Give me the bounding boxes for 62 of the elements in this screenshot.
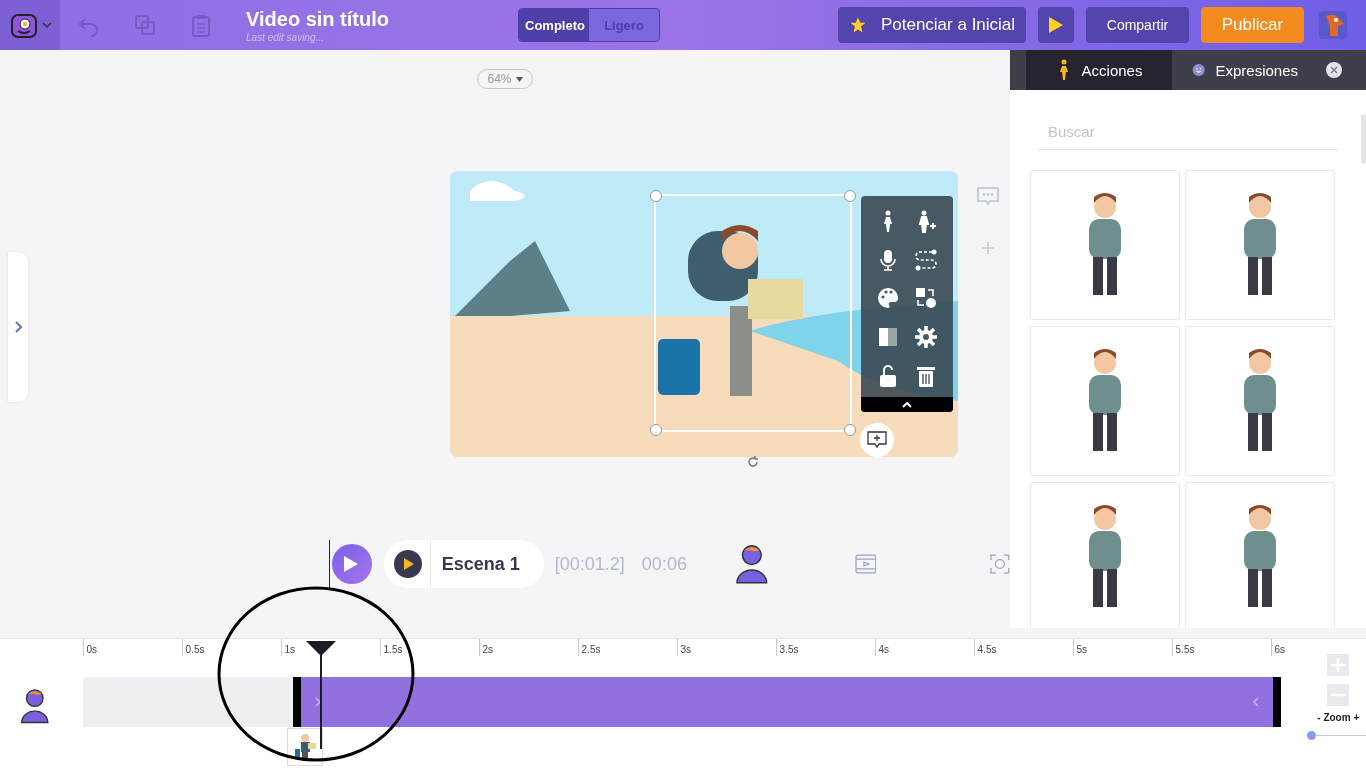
sidebar-toggle[interactable] bbox=[8, 252, 28, 402]
total-duration: 00:06 bbox=[641, 553, 687, 575]
time-tick-label: 5.5s bbox=[1175, 644, 1195, 655]
panel-tab[interactable]: Expresiones bbox=[1172, 50, 1318, 90]
close-icon[interactable] bbox=[1326, 62, 1342, 78]
chevron-up-icon bbox=[902, 401, 912, 408]
motion-path-icon[interactable] bbox=[914, 247, 938, 272]
comment-plus-icon bbox=[867, 431, 887, 449]
action-thumbnail[interactable] bbox=[1185, 170, 1335, 320]
play-icon bbox=[1048, 16, 1064, 34]
star-icon bbox=[848, 16, 867, 34]
time-tick-label: 1.5s bbox=[383, 644, 403, 655]
action-thumbnail[interactable] bbox=[1030, 326, 1180, 476]
action-thumbnail[interactable] bbox=[1030, 170, 1180, 320]
action-thumbnail[interactable] bbox=[1030, 482, 1180, 628]
caret-icon bbox=[41, 21, 52, 29]
current-time: [00:01.2] bbox=[554, 553, 625, 575]
time-tick-label: 3.5s bbox=[779, 644, 799, 655]
chevron-right-icon bbox=[14, 321, 22, 333]
character-icon bbox=[20, 687, 50, 725]
action-thumbnail[interactable] bbox=[1185, 482, 1335, 628]
preview-button[interactable] bbox=[1038, 7, 1074, 43]
save-status: Last edit saving... bbox=[246, 31, 325, 43]
rotate-icon[interactable] bbox=[746, 455, 760, 469]
scrollbar[interactable] bbox=[1361, 114, 1366, 164]
slider-thumb[interactable] bbox=[1306, 731, 1316, 740]
playhead[interactable] bbox=[305, 639, 336, 751]
dog-avatar-icon bbox=[1318, 10, 1348, 40]
traveler-man-drawing[interactable] bbox=[658, 225, 803, 396]
scene-play-icon bbox=[393, 550, 422, 578]
duplicate-icon bbox=[132, 13, 157, 37]
app-menu-button[interactable] bbox=[0, 0, 60, 50]
time-tick-label: 4.5s bbox=[977, 644, 997, 655]
swap-icon[interactable] bbox=[914, 286, 938, 311]
time-tick-label: 5s bbox=[1076, 644, 1088, 655]
caret-icon bbox=[515, 76, 523, 82]
share-button[interactable]: Compartir bbox=[1086, 7, 1189, 43]
time-tick-label: 2.5s bbox=[581, 644, 601, 655]
time-tick-label: 6s bbox=[1274, 644, 1286, 655]
panel-tab[interactable]: Acciones bbox=[1026, 50, 1172, 90]
cloud-drawing bbox=[470, 181, 525, 201]
scene-selector[interactable]: Escena 1 bbox=[383, 540, 544, 588]
chevron-left-icon bbox=[1252, 697, 1259, 707]
upgrade-button[interactable]: Potenciar a Inicial bbox=[838, 7, 1026, 43]
chevron-right-icon bbox=[314, 697, 321, 707]
time-tick-label: 0.5s bbox=[185, 644, 205, 655]
time-tick-label: 1s bbox=[284, 644, 296, 655]
action-thumbnail[interactable] bbox=[1185, 326, 1335, 476]
time-tick-label: 4s bbox=[878, 644, 890, 655]
time-tick-label: 2s bbox=[482, 644, 494, 655]
time-tick-label: 3s bbox=[680, 644, 692, 655]
mode-tab[interactable]: Completo bbox=[519, 9, 589, 41]
video-title[interactable]: Video sin título bbox=[246, 7, 518, 31]
settings-icon[interactable] bbox=[914, 325, 938, 350]
play-icon bbox=[342, 555, 359, 573]
collapse-toolbar-button[interactable] bbox=[861, 397, 953, 412]
time-tick-label: 0s bbox=[86, 644, 98, 655]
play-button[interactable] bbox=[332, 544, 372, 584]
zoom-label: - Zoom + bbox=[1317, 712, 1360, 723]
palette-icon[interactable] bbox=[876, 286, 900, 311]
action-clip[interactable] bbox=[292, 677, 1281, 727]
character-icon[interactable] bbox=[734, 544, 769, 584]
